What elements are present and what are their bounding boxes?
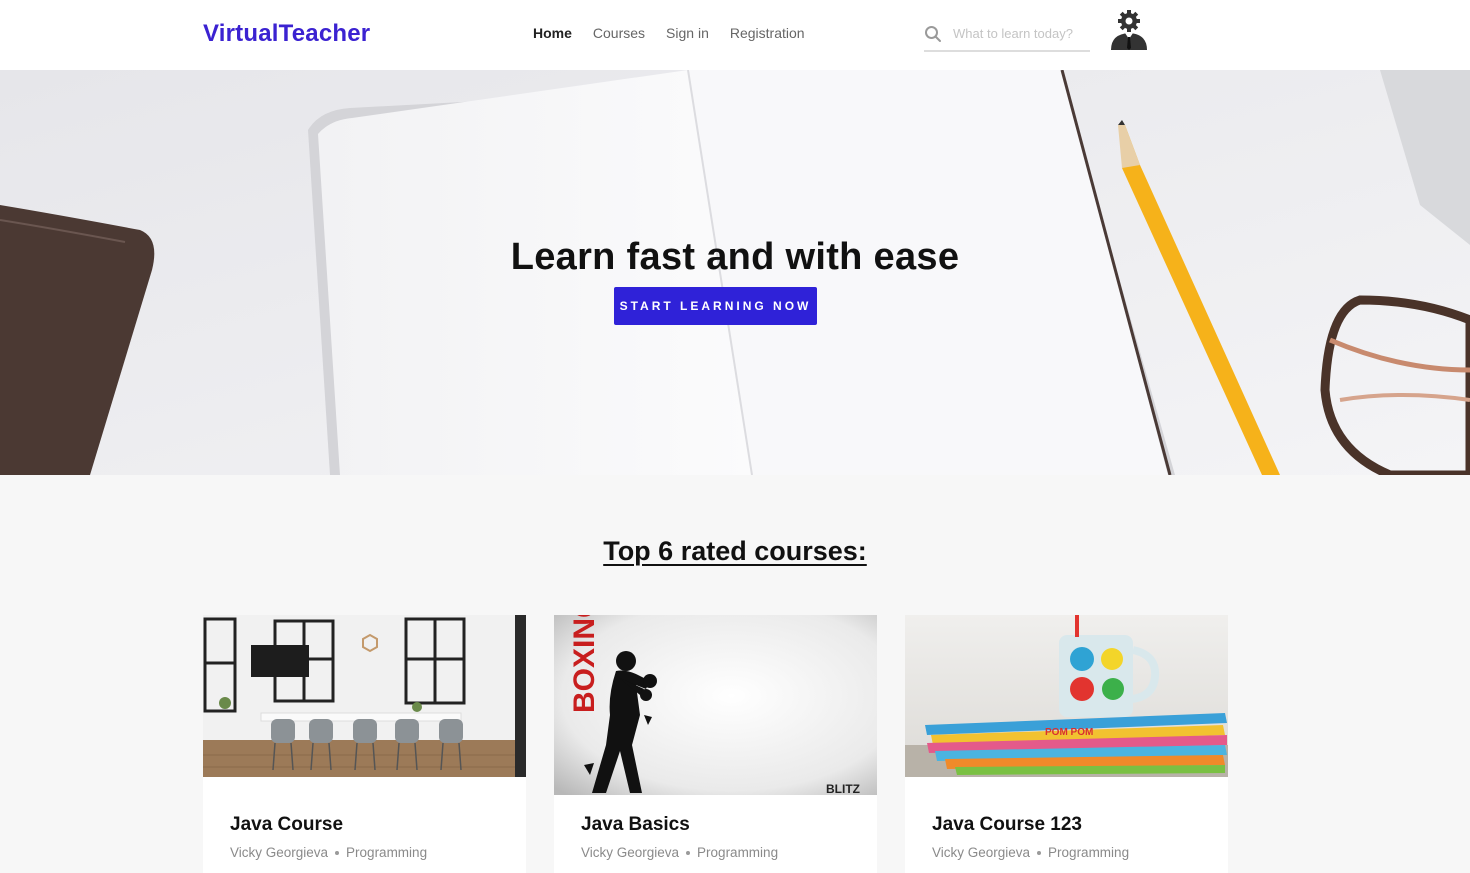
site-logo[interactable]: VirtualTeacher xyxy=(203,20,370,48)
boxing-image-text: BOXING xyxy=(568,615,601,713)
separator-dot-icon xyxy=(1037,850,1042,855)
user-settings-icon[interactable] xyxy=(1107,8,1151,52)
course-title[interactable]: Java Course 123 xyxy=(932,814,1082,836)
course-meta: Vicky Georgieva Programming xyxy=(581,845,778,860)
nav-sign-in[interactable]: Sign in xyxy=(666,25,709,41)
course-image-meeting-room[interactable] xyxy=(203,615,526,777)
search-box xyxy=(924,18,1090,52)
start-learning-button[interactable]: START LEARNING NOW xyxy=(614,287,817,325)
course-teacher[interactable]: Vicky Georgieva xyxy=(230,845,328,860)
course-topic[interactable]: Programming xyxy=(697,845,778,860)
course-meta: Vicky Georgieva Programming xyxy=(932,845,1129,860)
course-topic[interactable]: Programming xyxy=(1048,845,1129,860)
course-image-books-mug[interactable]: POM POM xyxy=(905,615,1228,777)
separator-dot-icon xyxy=(686,850,691,855)
search-input[interactable] xyxy=(953,22,1090,44)
main-nav: Home Courses Sign in Registration xyxy=(533,25,805,41)
book-cover-text: POM POM xyxy=(1045,727,1093,738)
course-card[interactable]: BOXING BLITZ Java Basics Vicky Georgieva… xyxy=(554,615,877,873)
course-image-boxing[interactable]: BOXING BLITZ xyxy=(554,615,877,795)
course-teacher[interactable]: Vicky Georgieva xyxy=(932,845,1030,860)
hero-banner: Learn fast and with ease START LEARNING … xyxy=(0,70,1470,475)
course-card[interactable]: Java Course Vicky Georgieva Programming xyxy=(203,615,526,873)
course-card[interactable]: POM POM Java Course 123 Vicky Georgieva … xyxy=(905,615,1228,873)
nav-home[interactable]: Home xyxy=(533,25,572,41)
course-title[interactable]: Java Basics xyxy=(581,814,690,836)
course-topic[interactable]: Programming xyxy=(346,845,427,860)
section-title-text: Top 6 rated courses: xyxy=(603,536,867,566)
hero-title: Learn fast and with ease xyxy=(510,236,960,278)
separator-dot-icon xyxy=(335,850,340,855)
nav-courses[interactable]: Courses xyxy=(593,25,645,41)
blitz-image-text: BLITZ xyxy=(826,782,860,795)
course-teacher[interactable]: Vicky Georgieva xyxy=(581,845,679,860)
section-title: Top 6 rated courses: xyxy=(0,536,1470,567)
search-icon[interactable] xyxy=(924,25,942,43)
nav-registration[interactable]: Registration xyxy=(730,25,805,41)
site-header: VirtualTeacher Home Courses Sign in Regi… xyxy=(0,0,1470,70)
course-meta: Vicky Georgieva Programming xyxy=(230,845,427,860)
course-title[interactable]: Java Course xyxy=(230,814,343,836)
